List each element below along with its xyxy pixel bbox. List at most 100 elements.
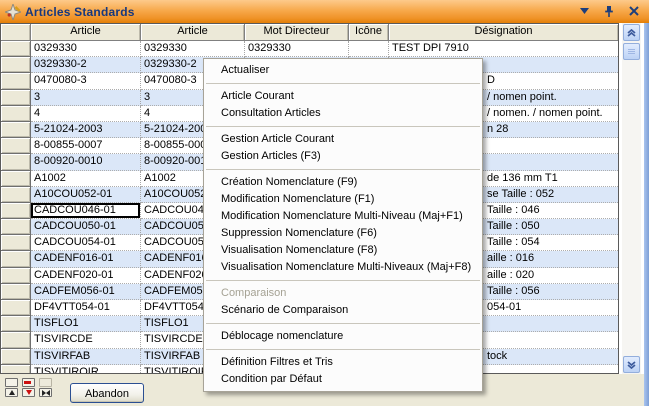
column-header[interactable]: Désignation — [389, 24, 618, 41]
chevron-down-icon[interactable] — [577, 4, 591, 18]
menu-item[interactable]: Déblocage nomenclature — [204, 328, 482, 345]
menu-item[interactable]: Article Courant — [204, 88, 482, 105]
article-cell[interactable]: TISVITIROIR — [31, 365, 141, 374]
row-header[interactable] — [1, 138, 31, 154]
row-header[interactable] — [1, 171, 31, 187]
menu-item: Comparaison — [204, 285, 482, 302]
titlebar: Articles Standards — [0, 0, 649, 24]
row-header[interactable] — [1, 316, 31, 332]
article-cell[interactable]: CADFEM056-01 — [31, 284, 141, 300]
abandon-button[interactable]: Abandon — [70, 383, 144, 403]
window: { "window": { "title": "Articles Standar… — [0, 0, 649, 406]
article-cell[interactable]: 8-00920-0010 — [31, 154, 141, 170]
article-cell[interactable]: CADENF020-01 — [31, 268, 141, 284]
article-cell[interactable]: TISVIRCDE — [31, 332, 141, 348]
menu-item[interactable]: Définition Filtres et Tris — [204, 354, 482, 371]
menu-item[interactable]: Visualisation Nomenclature (F8) — [204, 242, 482, 259]
scrollbar-thumb[interactable] — [623, 43, 640, 60]
article-cell[interactable]: 5-21024-2003 — [31, 122, 141, 138]
menu-item[interactable]: Actualiser — [204, 62, 482, 79]
menu-item[interactable]: Visualisation Nomenclature Multi-Niveaux… — [204, 259, 482, 276]
article-cell[interactable]: DF4VTT054-01 — [31, 300, 141, 316]
article-cell[interactable]: A1002 — [31, 171, 141, 187]
row-header[interactable] — [1, 154, 31, 170]
icone-cell[interactable] — [349, 41, 389, 57]
nav-move-down[interactable] — [22, 388, 35, 397]
scrollbar-grip — [628, 49, 635, 54]
close-icon[interactable] — [627, 4, 641, 18]
column-header[interactable]: Mot Directeur — [245, 24, 349, 41]
row-header[interactable] — [1, 41, 31, 57]
article-cell[interactable]: 0470080-3 — [31, 73, 141, 89]
row-header[interactable] — [1, 332, 31, 348]
pin-icon[interactable] — [602, 4, 616, 18]
menu-separator — [206, 349, 480, 350]
article-cell[interactable]: 3 — [31, 90, 141, 106]
article-cell[interactable]: TISFLO1 — [31, 316, 141, 332]
nav-remove[interactable] — [22, 378, 35, 387]
menu-item[interactable]: Gestion Articles (F3) — [204, 148, 482, 165]
scroll-down-button[interactable] — [623, 356, 640, 373]
article-cell[interactable]: CADCOU046-01 — [31, 203, 141, 219]
menu-item[interactable]: Consultation Articles — [204, 105, 482, 122]
article-cell[interactable]: TISVIRFAB — [31, 349, 141, 365]
nav-first-last[interactable] — [39, 388, 52, 397]
table-header-row: ArticleArticleMot DirecteurIcôneDésignat… — [1, 24, 618, 41]
article-cell[interactable]: CADCOU054-01 — [31, 235, 141, 251]
designation-cell[interactable]: TEST DPI 7910 — [389, 41, 618, 57]
row-header[interactable] — [1, 90, 31, 106]
window-title: Articles Standards — [25, 5, 135, 19]
column-header[interactable]: Article — [141, 24, 245, 41]
header-corner[interactable] — [1, 24, 31, 41]
chevron-down-icon — [627, 361, 636, 369]
column-header[interactable]: Article — [31, 24, 141, 41]
menu-item[interactable]: Suppression Nomenclature (F6) — [204, 225, 482, 242]
menu-separator — [206, 169, 480, 170]
row-header[interactable] — [1, 349, 31, 365]
app-icon — [5, 4, 21, 20]
scrollbar-zone — [619, 23, 644, 374]
article-cell[interactable]: CADENF016-01 — [31, 251, 141, 267]
article-cell[interactable]: 0329330 — [31, 41, 141, 57]
article-cell[interactable]: A10COU052-01 — [31, 187, 141, 203]
article-cell[interactable]: 4 — [31, 106, 141, 122]
column-header[interactable]: Icône — [349, 24, 389, 41]
article2-cell[interactable]: 0329330 — [141, 41, 245, 57]
menu-separator — [206, 323, 480, 324]
row-header[interactable] — [1, 106, 31, 122]
row-header[interactable] — [1, 122, 31, 138]
scroll-up-button[interactable] — [623, 24, 640, 41]
row-header[interactable] — [1, 187, 31, 203]
menu-item[interactable]: Modification Nomenclature Multi-Niveau (… — [204, 208, 482, 225]
row-header[interactable] — [1, 284, 31, 300]
menu-separator — [206, 126, 480, 127]
menu-separator — [206, 83, 480, 84]
chevron-up-icon — [627, 29, 636, 37]
article-cell[interactable]: 8-00855-0007 — [31, 138, 141, 154]
row-header[interactable] — [1, 300, 31, 316]
nav-blank-1[interactable] — [5, 378, 18, 387]
row-header[interactable] — [1, 57, 31, 73]
row-header[interactable] — [1, 235, 31, 251]
menu-item[interactable]: Création Nomenclature (F9) — [204, 174, 482, 191]
row-header[interactable] — [1, 251, 31, 267]
row-header[interactable] — [1, 73, 31, 89]
menu-item[interactable]: Modification Nomenclature (F1) — [204, 191, 482, 208]
row-header[interactable] — [1, 219, 31, 235]
menu-item[interactable]: Condition par Défaut — [204, 371, 482, 388]
window-right-edge — [644, 23, 649, 406]
article-cell[interactable]: 0329330-2 — [31, 57, 141, 73]
vertical-scrollbar[interactable] — [622, 23, 641, 374]
row-header[interactable] — [1, 203, 31, 219]
menu-item[interactable]: Gestion Article Courant — [204, 131, 482, 148]
nav-move-up[interactable] — [5, 388, 18, 397]
menu-item[interactable]: Scénario de Comparaison — [204, 302, 482, 319]
row-header[interactable] — [1, 268, 31, 284]
nav-blank-2[interactable] — [39, 378, 52, 387]
row-header[interactable] — [1, 365, 31, 374]
table-row: 032933003293300329330TEST DPI 7910 — [1, 41, 618, 57]
context-menu: Actualiser Article CourantConsultation Ar… — [203, 58, 483, 392]
menu-separator — [206, 280, 480, 281]
mot-directeur-cell[interactable]: 0329330 — [245, 41, 349, 57]
article-cell[interactable]: CADCOU050-01 — [31, 219, 141, 235]
